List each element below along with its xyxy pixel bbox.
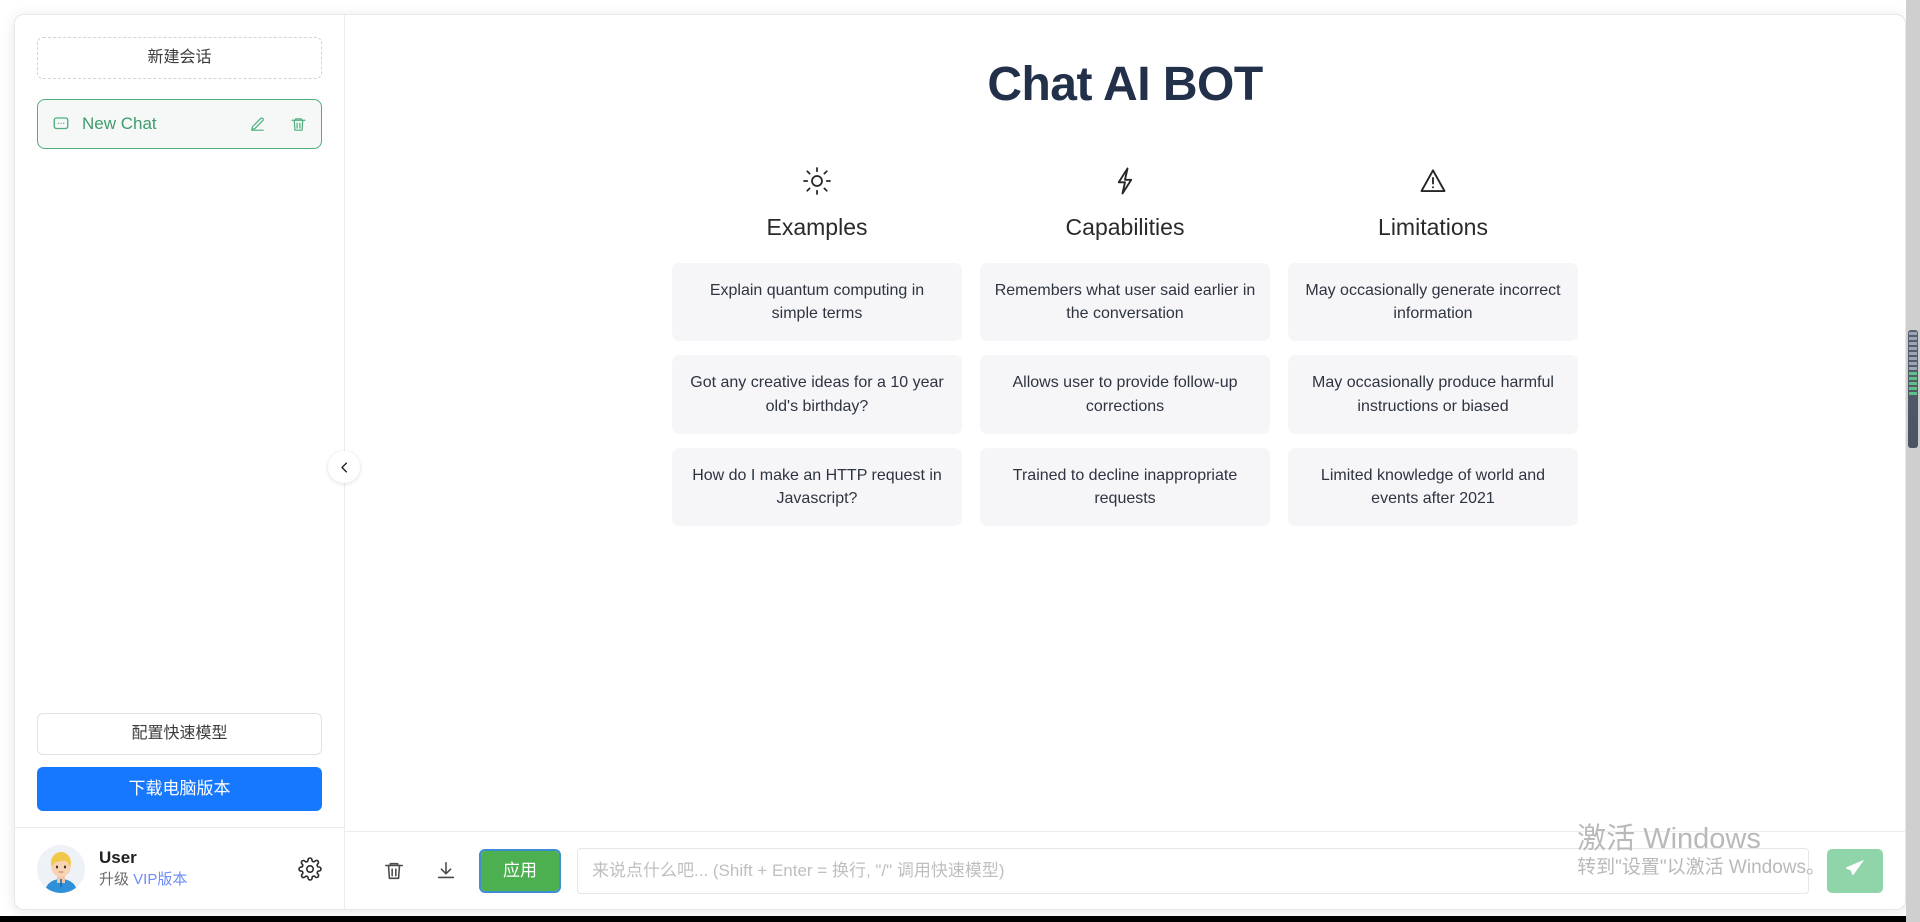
page-scrollbar[interactable]	[1906, 0, 1920, 922]
apply-button[interactable]: 应用	[479, 848, 561, 893]
trash-icon[interactable]	[290, 116, 307, 133]
thumb-tick	[1909, 387, 1917, 390]
example-card[interactable]: How do I make an HTTP request in Javascr…	[672, 447, 962, 527]
thumb-tick	[1909, 347, 1917, 350]
thumb-tick	[1909, 342, 1917, 345]
thumb-tick	[1909, 352, 1917, 355]
example-card[interactable]: Got any creative ideas for a 10 year old…	[672, 355, 962, 434]
sidebar-collapse-button[interactable]	[328, 451, 360, 483]
chat-bubble-icon	[52, 115, 70, 133]
download-desktop-button[interactable]: 下载电脑版本	[37, 767, 322, 811]
page-title: Chat AI BOT	[987, 58, 1263, 111]
thumb-tick	[1909, 362, 1917, 365]
gear-icon[interactable]	[298, 856, 322, 881]
limitation-card: May occasionally produce harmful instruc…	[1288, 355, 1578, 434]
warning-triangle-icon	[1418, 166, 1448, 196]
user-upgrade-link[interactable]: 升级 VIP版本	[99, 870, 284, 890]
vip-label: VIP版本	[133, 870, 188, 888]
user-meta: User 升级 VIP版本	[99, 847, 284, 890]
app-window: 新建会话 New Chat 配置快速模型 下载电脑版本 User 升级 VIP版…	[14, 14, 1906, 910]
capability-card: Trained to decline inappropriate request…	[980, 447, 1270, 527]
thumb-tick	[1909, 332, 1917, 335]
column-title: Limitations	[1378, 214, 1488, 240]
main-panel: Chat AI BOT Examples Explain quantum com…	[345, 15, 1905, 909]
user-name: User	[99, 847, 137, 867]
column-title: Examples	[766, 214, 868, 240]
page-scrollbar-thumb[interactable]	[1908, 330, 1918, 448]
send-button[interactable]	[1827, 848, 1883, 893]
chat-list-item-new-chat[interactable]: New Chat	[37, 99, 322, 149]
composer-bar: 应用	[345, 831, 1905, 909]
sidebar-actions: 配置快速模型 下载电脑版本	[15, 713, 344, 827]
column-limitations: Limitations May occasionally generate in…	[1288, 166, 1578, 540]
lightning-bolt-icon	[1110, 166, 1140, 196]
export-download-icon[interactable]	[429, 854, 463, 888]
welcome-scroll-area: Chat AI BOT Examples Explain quantum com…	[345, 15, 1905, 831]
user-bar[interactable]: User 升级 VIP版本	[15, 827, 344, 909]
screen-bottom-strip	[0, 916, 1920, 922]
chat-list-item-title: New Chat	[82, 114, 157, 133]
thumb-tick	[1909, 392, 1917, 395]
thumb-tick	[1909, 377, 1917, 380]
chat-list: New Chat	[37, 99, 322, 149]
column-title: Capabilities	[1065, 214, 1185, 240]
column-header: Capabilities	[980, 166, 1270, 241]
limitation-card: May occasionally generate incorrect info…	[1288, 263, 1578, 342]
capability-card: Remembers what user said earlier in the …	[980, 263, 1270, 342]
sidebar: 新建会话 New Chat 配置快速模型 下载电脑版本 User 升级 VIP版…	[15, 15, 360, 909]
capability-card: Allows user to provide follow-up correct…	[980, 355, 1270, 434]
configure-fast-model-button[interactable]: 配置快速模型	[37, 713, 322, 755]
sidebar-top: 新建会话 New Chat	[15, 15, 344, 149]
thumb-tick	[1909, 382, 1917, 385]
upgrade-prefix: 升级	[99, 870, 134, 888]
avatar	[37, 844, 85, 893]
paper-plane-icon	[1844, 857, 1866, 884]
column-examples: Examples Explain quantum computing in si…	[672, 166, 962, 540]
sun-icon	[802, 166, 832, 196]
clear-conversation-trash-icon[interactable]	[377, 854, 411, 888]
new-session-button[interactable]: 新建会话	[37, 37, 322, 79]
thumb-tick	[1909, 367, 1917, 370]
thumb-tick	[1909, 357, 1917, 360]
thumb-tick	[1909, 372, 1917, 375]
example-card[interactable]: Explain quantum computing in simple term…	[672, 263, 962, 342]
limitation-card: Limited knowledge of world and events af…	[1288, 447, 1578, 527]
feature-columns: Examples Explain quantum computing in si…	[385, 166, 1865, 540]
column-capabilities: Capabilities Remembers what user said ea…	[980, 166, 1270, 540]
column-header: Examples	[672, 166, 962, 241]
thumb-tick	[1909, 337, 1917, 340]
message-input[interactable]	[577, 847, 1809, 894]
pencil-icon[interactable]	[249, 116, 266, 133]
column-header: Limitations	[1288, 166, 1578, 241]
